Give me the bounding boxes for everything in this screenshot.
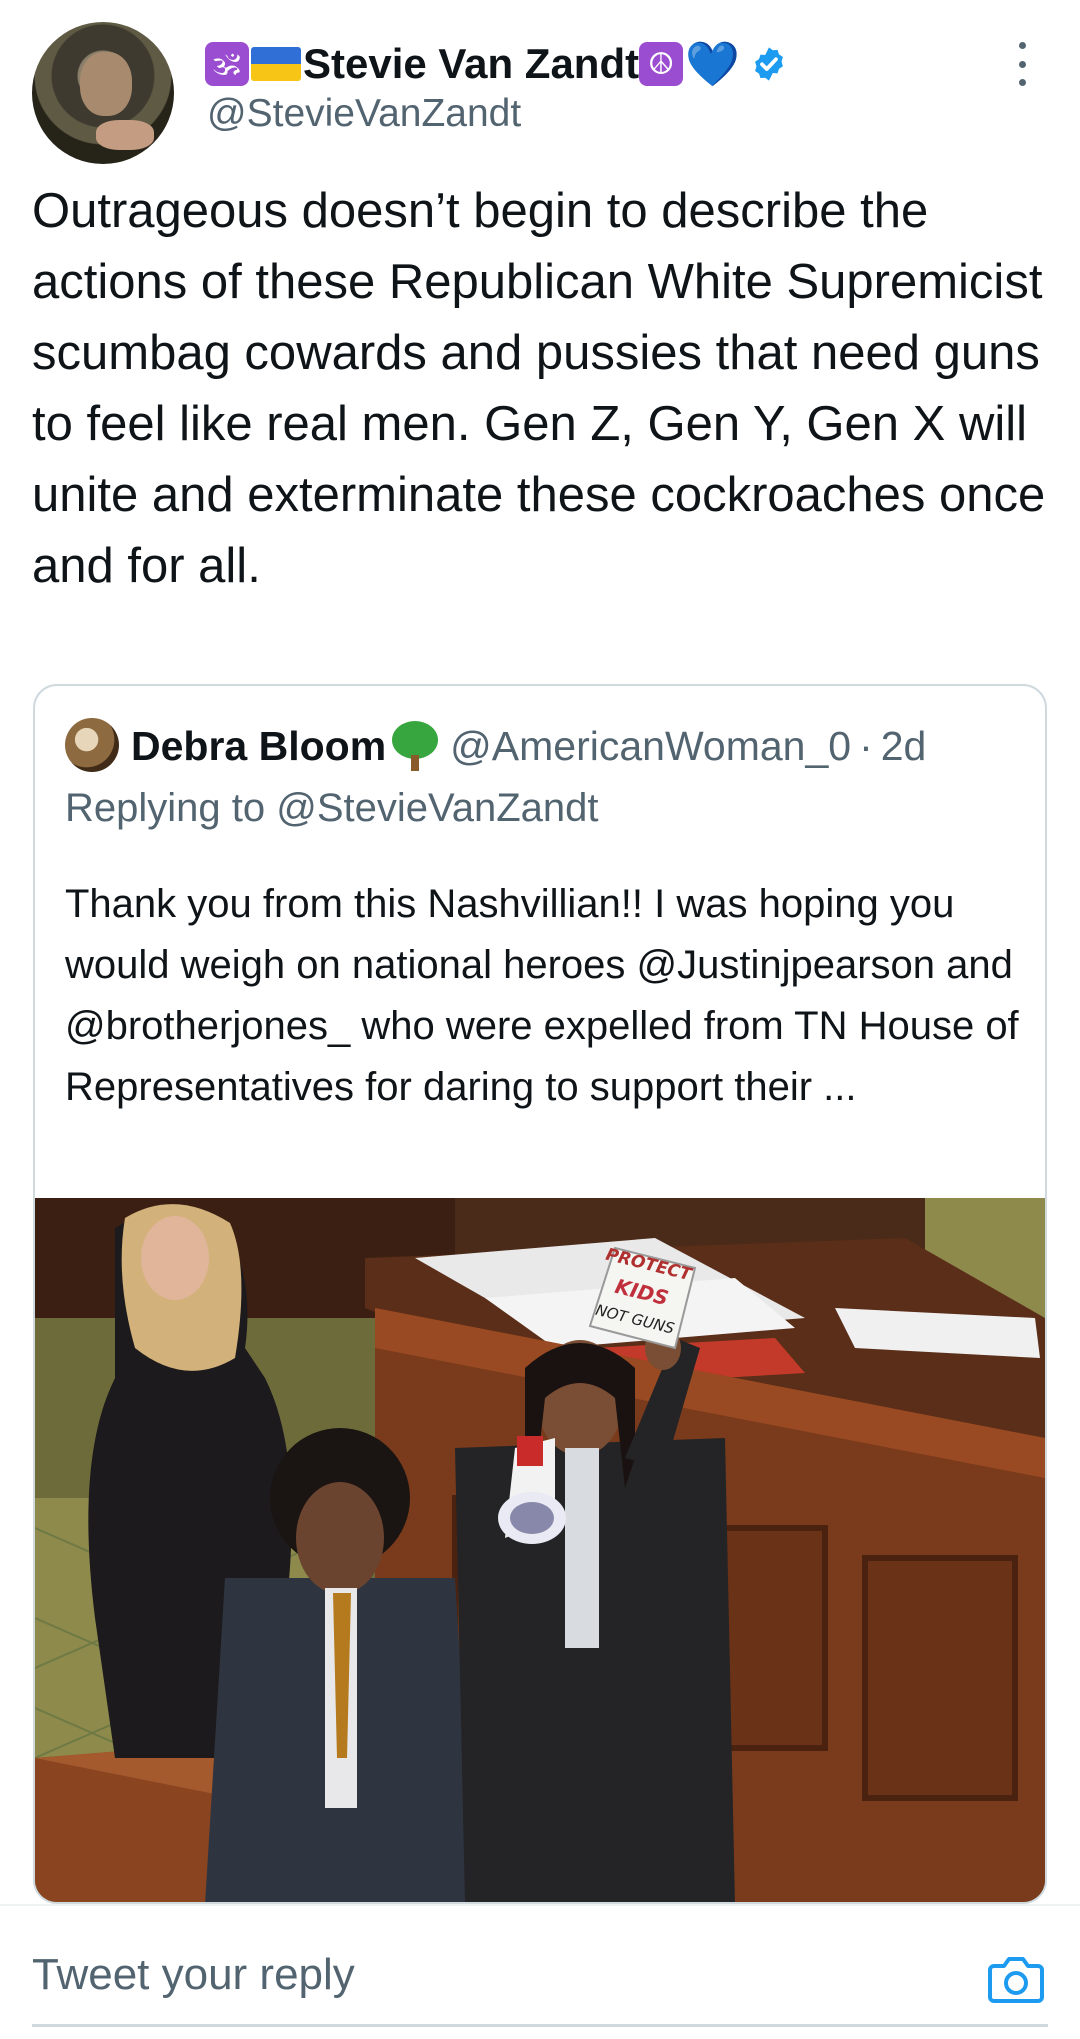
- quoted-tweet-text: Thank you from this Nashvillian!! I was …: [65, 882, 1019, 1109]
- tweet-text: Outrageous doesn’t begin to describe the…: [32, 184, 1046, 593]
- author-avatar[interactable]: [32, 22, 174, 164]
- quoted-author-name: Debra Bloom: [131, 722, 387, 769]
- author-handle[interactable]: @StevieVanZandt: [207, 92, 521, 136]
- quoted-author-handle: @AmericanWoman_0: [450, 722, 852, 769]
- verified-badge-icon: [750, 45, 788, 83]
- more-icon[interactable]: [1012, 42, 1032, 86]
- quoted-tweet-photo[interactable]: PROTECT KIDS NOT GUNS: [35, 1198, 1045, 1902]
- tree-emoji: [390, 721, 440, 771]
- quoted-tweet[interactable]: Debra Bloom @AmericanWoman_0 · 2d Replyi…: [33, 684, 1047, 1904]
- author-name-line[interactable]: 🕉 Stevie Van Zandt ☮ 💙: [205, 36, 788, 92]
- avatar-hand: [96, 120, 154, 150]
- ukraine-flag-emoji: [251, 47, 301, 81]
- camera-icon[interactable]: [988, 1954, 1044, 2004]
- reply-input[interactable]: [32, 1950, 932, 2000]
- reply-input-underline: [32, 2024, 1048, 2027]
- time-separator: ·: [859, 722, 873, 769]
- replying-to-mention[interactable]: @StevieVanZandt: [276, 786, 598, 830]
- reply-composer: [0, 1904, 1080, 2039]
- peace-emoji: ☮: [639, 42, 684, 86]
- om-emoji: 🕉: [205, 42, 249, 86]
- author-display-name: Stevie Van Zandt: [303, 40, 640, 87]
- replying-to-prefix: Replying to: [65, 786, 266, 830]
- quoted-author-avatar: [65, 718, 119, 772]
- avatar-face: [80, 52, 132, 116]
- chamber-photo: [35, 1198, 1045, 1902]
- quoted-tweet-time: 2d: [880, 722, 927, 769]
- replying-to-line: Replying to @StevieVanZandt: [65, 786, 599, 831]
- blue-heart-emoji: 💙: [685, 39, 740, 90]
- quoted-tweet-header: Debra Bloom @AmericanWoman_0 · 2d: [131, 716, 926, 776]
